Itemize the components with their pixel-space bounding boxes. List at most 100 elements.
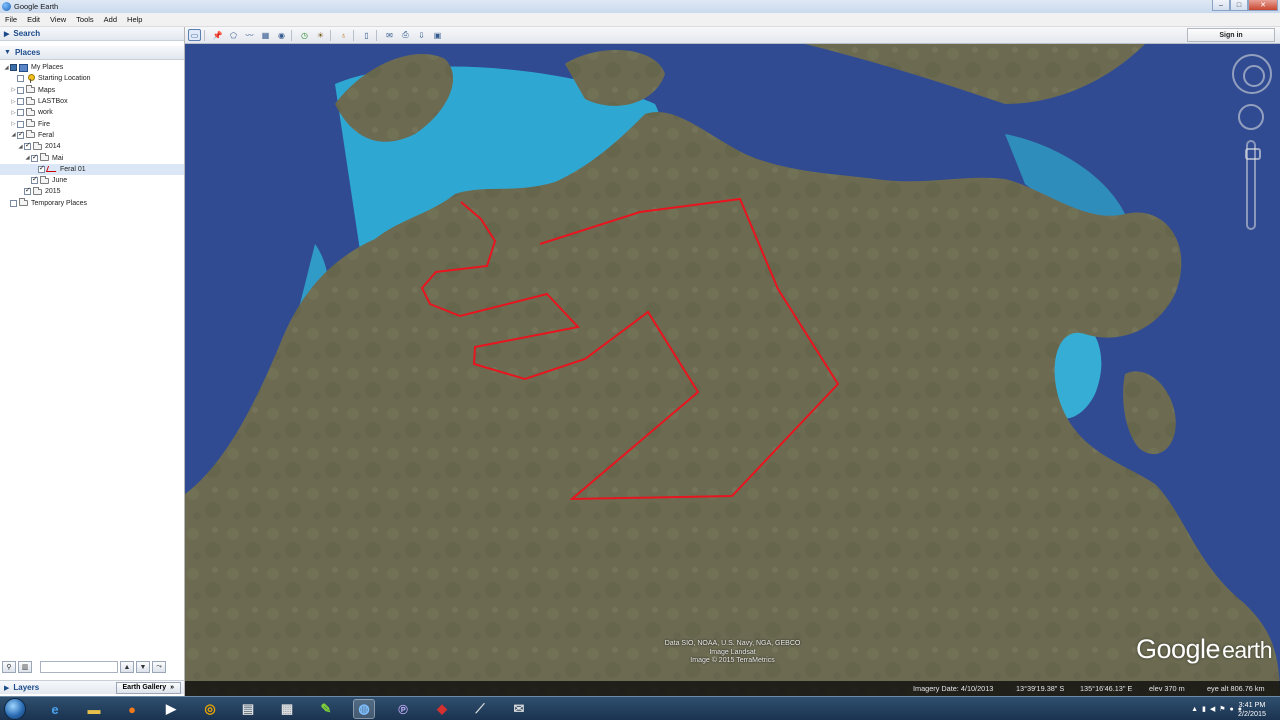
expanded-arrow-icon[interactable]: ◢ <box>17 144 24 150</box>
menu-file[interactable]: File <box>0 15 22 24</box>
tree-item-label: Feral <box>38 131 54 139</box>
app-icon[interactable]: ⟋ <box>469 699 491 719</box>
earth-gallery-button[interactable]: Earth Gallery» <box>115 681 181 694</box>
visibility-checkbox[interactable] <box>17 109 24 117</box>
tree-item[interactable]: ◢ Feral <box>0 130 184 141</box>
zoom-slider[interactable] <box>1245 140 1261 230</box>
firefox-icon[interactable]: ● <box>121 699 143 719</box>
file-explorer-icon[interactable]: ▬ <box>83 699 105 719</box>
tray-expand-icon[interactable]: ▲ <box>1191 706 1198 713</box>
print-icon[interactable]: ⎙ <box>399 29 412 41</box>
app-icon[interactable]: ▤ <box>237 699 259 719</box>
tree-item[interactable]: ▷ Fire <box>0 118 184 129</box>
record-tour-icon[interactable]: ◉ <box>275 29 288 41</box>
network-icon[interactable]: ▮ <box>1202 705 1206 713</box>
move-up-icon[interactable]: ▲ <box>120 661 134 673</box>
window-title: Google Earth <box>14 2 59 11</box>
search-panel-header[interactable]: ▶ Search <box>0 27 184 41</box>
collapsed-arrow-icon[interactable]: ▷ <box>10 87 17 93</box>
visibility-checkbox[interactable] <box>10 64 17 72</box>
volume-icon[interactable]: ◀ <box>1210 705 1215 713</box>
historical-imagery-icon[interactable]: ◷ <box>298 29 311 41</box>
folder-icon <box>26 130 35 139</box>
save-image-icon[interactable]: ⇩ <box>415 29 428 41</box>
app-icon[interactable]: ▦ <box>276 699 298 719</box>
ruler-icon[interactable]: ▯ <box>360 29 373 41</box>
minimize-button[interactable]: – <box>1212 0 1230 11</box>
menu-add[interactable]: Add <box>99 15 122 24</box>
media-player-icon[interactable]: ▶ <box>160 699 182 719</box>
eye-altitude-readout: eye alt 806.76 km <box>1207 684 1265 693</box>
collapsed-arrow-icon[interactable]: ▷ <box>10 121 17 127</box>
tree-item[interactable]: ◢ 2014 <box>0 141 184 152</box>
visibility-checkbox[interactable] <box>24 186 31 196</box>
toggle-panel-icon[interactable]: ▥ <box>18 661 32 673</box>
longitude-readout: 135°16'46.13" E <box>1080 684 1133 693</box>
maximize-button[interactable]: □ <box>1230 0 1248 11</box>
tree-item[interactable]: Starting Location <box>0 73 184 84</box>
attribution-line: Image Landsat <box>709 648 756 656</box>
app-icon[interactable]: ◆ <box>431 699 453 719</box>
add-image-overlay-icon[interactable]: ▦ <box>259 29 272 41</box>
move-down-icon[interactable]: ▼ <box>136 661 150 673</box>
app-icon[interactable]: ℗ <box>392 699 414 719</box>
look-joystick[interactable] <box>1232 54 1272 94</box>
tree-item[interactable]: Temporary Places <box>0 198 184 209</box>
menu-tools[interactable]: Tools <box>71 15 99 24</box>
visibility-checkbox[interactable] <box>17 130 24 139</box>
visibility-checkbox[interactable] <box>17 75 24 83</box>
layers-panel-header[interactable]: ▶ Layers Earth Gallery» <box>0 680 184 694</box>
visibility-checkbox[interactable] <box>24 141 31 151</box>
menu-bar: File Edit View Tools Add Help <box>0 13 1280 27</box>
move-joystick[interactable] <box>1238 104 1264 130</box>
switch-to-sky-icon[interactable]: ♁ <box>337 29 350 41</box>
system-clock[interactable]: 3:41 PM 2/2/2015 <box>1222 700 1280 718</box>
tree-item[interactable]: Feral 01 <box>0 163 184 175</box>
attribution-line: Data SIO, NOAA, U.S. Navy, NGA, GEBCO <box>664 640 801 647</box>
places-search-input[interactable] <box>40 661 118 673</box>
menu-view[interactable]: View <box>45 15 71 24</box>
close-button[interactable]: ✕ <box>1248 0 1278 11</box>
add-placemark-icon[interactable]: 📌 <box>211 29 224 41</box>
add-polygon-icon[interactable]: ⬠ <box>227 29 240 41</box>
visibility-checkbox[interactable] <box>17 86 24 94</box>
collapsed-arrow-icon[interactable]: ▷ <box>10 110 17 116</box>
tree-item[interactable]: ◢ My Places <box>0 62 184 73</box>
visibility-checkbox[interactable] <box>38 164 45 173</box>
search-icon[interactable]: ⚲ <box>2 661 16 673</box>
visibility-checkbox[interactable] <box>17 98 24 106</box>
places-panel-header[interactable]: ▼ Places <box>0 46 184 60</box>
start-button[interactable] <box>4 698 26 720</box>
visibility-checkbox[interactable] <box>31 153 38 162</box>
menu-help[interactable]: Help <box>122 15 147 24</box>
earth-map-view[interactable]: Data SIO, NOAA, U.S. Navy, NGA, GEBCO Im… <box>185 44 1280 696</box>
google-earth-taskbar-icon[interactable]: ◍ <box>353 699 375 719</box>
view-in-maps-icon[interactable]: ▣ <box>431 29 444 41</box>
expanded-arrow-icon[interactable]: ◢ <box>24 155 31 161</box>
tree-item[interactable]: ▷ Maps <box>0 85 184 96</box>
expanded-arrow-icon[interactable]: ◢ <box>3 65 10 71</box>
collapsed-arrow-icon[interactable]: ▷ <box>10 99 17 105</box>
tree-item[interactable]: ▷ LASTBox <box>0 96 184 107</box>
internet-explorer-icon[interactable]: e <box>44 699 66 719</box>
share-icon[interactable]: ⤳ <box>152 661 166 673</box>
hide-sidebar-icon[interactable]: ▭ <box>188 29 201 41</box>
email-icon[interactable]: ✉ <box>383 29 396 41</box>
sign-in-button[interactable]: Sign in <box>1187 28 1275 42</box>
expanded-arrow-icon[interactable]: ◢ <box>10 132 17 138</box>
sunlight-icon[interactable]: ☀ <box>314 29 327 41</box>
visibility-checkbox[interactable] <box>31 175 38 185</box>
google-earth-logo: Googleearth <box>1136 634 1273 665</box>
menu-edit[interactable]: Edit <box>22 15 45 24</box>
tree-item[interactable]: June <box>0 175 184 186</box>
tree-item[interactable]: ◢ Mai <box>0 152 184 163</box>
add-path-icon[interactable]: 〰 <box>243 29 256 41</box>
app-icon[interactable]: ◎ <box>199 699 221 719</box>
tree-item[interactable]: ▷ work <box>0 107 184 118</box>
folder-icon <box>19 198 28 207</box>
tree-item[interactable]: 2015 <box>0 186 184 197</box>
visibility-checkbox[interactable] <box>10 199 17 207</box>
app-icon[interactable]: ✉ <box>508 699 530 719</box>
visibility-checkbox[interactable] <box>17 120 24 128</box>
app-icon[interactable]: ✎ <box>315 699 337 719</box>
